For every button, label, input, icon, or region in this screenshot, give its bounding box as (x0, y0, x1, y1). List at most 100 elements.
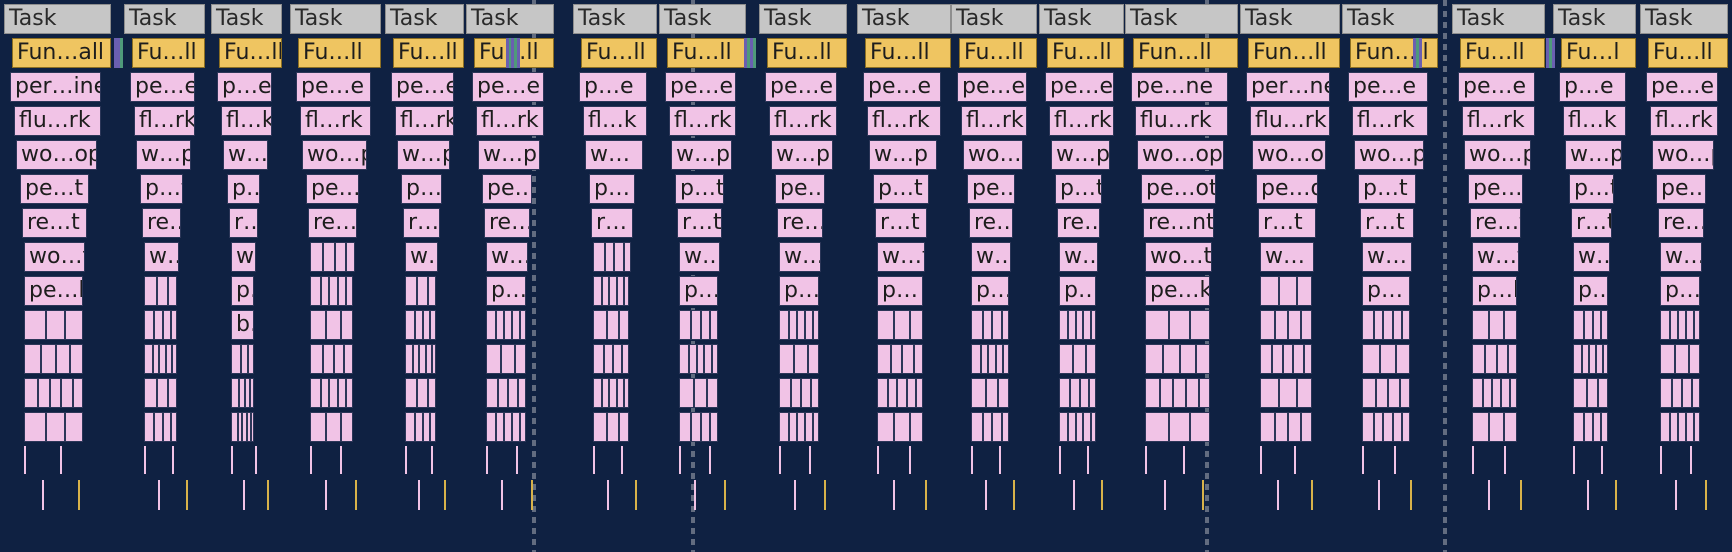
function-call-bar[interactable]: Fu…ll (132, 38, 205, 68)
call-frame-bar[interactable] (1362, 344, 1410, 374)
call-frame-bar[interactable] (971, 378, 1009, 408)
call-frame-bar[interactable]: pe…e (296, 72, 371, 102)
call-frame-bar[interactable]: wo…p (1354, 140, 1424, 170)
call-frame-bar[interactable]: pe…e (765, 72, 837, 102)
call-frame-bar[interactable]: w… (1260, 242, 1314, 272)
task-bar[interactable]: Task (857, 4, 951, 34)
call-frame-bar[interactable]: w…t (1660, 242, 1702, 272)
call-frame-bar[interactable]: w… (231, 242, 256, 272)
function-call-bar[interactable]: Fu…l (1561, 38, 1636, 68)
call-frame-bar[interactable] (231, 412, 254, 442)
call-frame-bar[interactable]: wo…p (963, 140, 1023, 170)
call-frame-bar[interactable] (231, 344, 254, 374)
call-frame-bar[interactable]: fl…rk (395, 106, 454, 136)
call-frame-bar[interactable] (593, 412, 629, 442)
function-call-bar[interactable]: Fu…ll (865, 38, 951, 68)
call-frame-bar[interactable]: re…nt (1143, 208, 1214, 238)
call-frame-bar[interactable]: re…t (969, 208, 1013, 238)
call-frame-bar[interactable]: fl…rk (476, 106, 544, 136)
call-frame-bar[interactable] (877, 344, 923, 374)
call-frame-bar[interactable]: fl…rk (1650, 106, 1718, 136)
call-frame-bar[interactable]: re…t (142, 208, 181, 238)
call-frame-bar[interactable]: w…p (136, 140, 191, 170)
function-call-bar[interactable]: Fu…ll (219, 38, 282, 68)
call-frame-bar[interactable]: w… (223, 140, 268, 170)
call-frame-bar[interactable] (971, 310, 1009, 340)
call-frame-bar[interactable]: p…k (1472, 276, 1517, 306)
call-frame-bar[interactable]: pe…t (967, 174, 1015, 204)
call-frame-bar[interactable]: p…k (971, 276, 1009, 306)
call-frame-bar[interactable] (1145, 378, 1210, 408)
call-frame-bar[interactable]: per…ine (10, 72, 101, 102)
call-frame-bar[interactable]: w… (1362, 242, 1412, 272)
call-frame-bar[interactable]: pe…e (957, 72, 1027, 102)
call-frame-bar[interactable]: r…t (875, 208, 927, 238)
call-frame-bar[interactable]: w…p (1565, 140, 1622, 170)
task-bar[interactable]: Task (951, 4, 1037, 34)
function-call-bar[interactable]: Fu…ll (1460, 38, 1545, 68)
call-frame-bar[interactable] (24, 412, 83, 442)
call-frame-bar[interactable] (1059, 344, 1096, 374)
function-call-bar[interactable]: Fu…ll (1648, 38, 1728, 68)
call-frame-bar[interactable] (310, 344, 353, 374)
call-frame-bar[interactable]: r… (591, 208, 633, 238)
call-frame-bar[interactable]: fl…k (1563, 106, 1626, 136)
call-frame-bar[interactable] (405, 378, 436, 408)
call-frame-bar[interactable]: p… (1573, 276, 1608, 306)
call-frame-bar[interactable] (1660, 378, 1700, 408)
call-frame-bar[interactable]: r…t (1360, 208, 1414, 238)
call-frame-bar[interactable] (593, 242, 631, 272)
call-frame-bar[interactable]: re…t (1057, 208, 1100, 238)
call-frame-bar[interactable]: w…t (779, 242, 821, 272)
call-frame-bar[interactable]: p… (589, 174, 635, 204)
call-frame-bar[interactable]: p…e (579, 72, 647, 102)
call-frame-bar[interactable]: pe…e (130, 72, 195, 102)
call-frame-bar[interactable] (1362, 412, 1410, 442)
call-frame-bar[interactable]: pe…e (1045, 72, 1114, 102)
call-frame-bar[interactable] (405, 276, 436, 306)
call-frame-bar[interactable] (144, 412, 177, 442)
call-frame-bar[interactable]: flu…rk (1135, 106, 1228, 136)
call-frame-bar[interactable]: pe…ne (1131, 72, 1228, 102)
call-frame-bar[interactable] (405, 344, 436, 374)
call-frame-bar[interactable] (24, 344, 83, 374)
function-call-bar[interactable]: Fun…all (12, 38, 111, 68)
call-frame-bar[interactable]: re…t (777, 208, 823, 238)
call-frame-bar[interactable]: w…t (486, 242, 528, 272)
call-frame-bar[interactable]: pe…t (306, 174, 359, 204)
task-bar[interactable]: Task (211, 4, 282, 34)
call-frame-bar[interactable]: r…t (229, 208, 258, 238)
call-frame-bar[interactable]: wo…p (302, 140, 367, 170)
task-bar[interactable]: Task (1640, 4, 1728, 34)
call-frame-bar[interactable] (1145, 344, 1210, 374)
call-frame-bar[interactable]: w…p (1051, 140, 1110, 170)
call-frame-bar[interactable] (1660, 310, 1700, 340)
call-frame-bar[interactable]: p… (779, 276, 819, 306)
call-frame-bar[interactable]: r…t (403, 208, 440, 238)
call-frame-bar[interactable]: p…t (873, 174, 929, 204)
call-frame-bar[interactable]: p…t (1569, 174, 1614, 204)
call-frame-bar[interactable] (144, 276, 177, 306)
call-frame-bar[interactable] (1260, 412, 1312, 442)
call-frame-bar[interactable] (144, 378, 177, 408)
call-frame-bar[interactable]: flu…rk (14, 106, 101, 136)
call-frame-bar[interactable]: pe…e (391, 72, 454, 102)
call-frame-bar[interactable]: wo…p (1464, 140, 1531, 170)
call-frame-bar[interactable] (1059, 310, 1096, 340)
call-frame-bar[interactable] (779, 378, 819, 408)
call-frame-bar[interactable]: wo…op (1252, 140, 1326, 170)
task-bar[interactable]: Task (1240, 4, 1340, 34)
call-frame-bar[interactable]: pe…e (1458, 72, 1535, 102)
call-frame-bar[interactable]: w…t (144, 242, 179, 272)
call-frame-bar[interactable]: p…k (1660, 276, 1700, 306)
call-frame-bar[interactable]: w…t (877, 242, 925, 272)
call-frame-bar[interactable]: p… (679, 276, 718, 306)
call-frame-bar[interactable] (1145, 412, 1210, 442)
call-frame-bar[interactable]: fl…rk (1462, 106, 1535, 136)
call-frame-bar[interactable]: pe…t (1468, 174, 1523, 204)
call-frame-bar[interactable]: pe…t (1656, 174, 1706, 204)
call-frame-bar[interactable] (1472, 412, 1517, 442)
call-frame-bar[interactable] (593, 310, 629, 340)
call-frame-bar[interactable]: wo…t (24, 242, 85, 272)
call-frame-bar[interactable] (593, 378, 629, 408)
